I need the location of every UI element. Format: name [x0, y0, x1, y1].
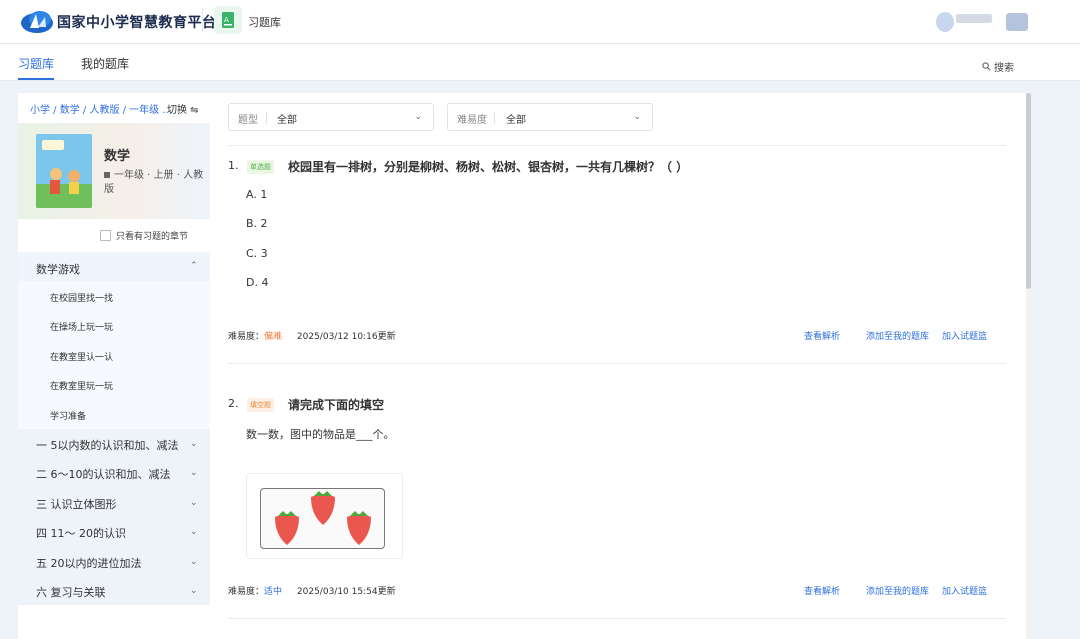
- filter-value: 全部: [506, 115, 526, 126]
- chapter-list: 一 5以内数的认识和加、减法 ⌄ 二 6～10的认识和加、减法 ⌄ 三 认识立体…: [18, 429, 210, 605]
- question-bank-icon[interactable]: A: [214, 6, 242, 34]
- question-option[interactable]: D. 4: [246, 276, 268, 289]
- add-to-my-bank-link[interactable]: 添加至我的题库: [866, 329, 929, 342]
- book-icon: [104, 172, 110, 178]
- chevron-down-icon: ⌄: [633, 112, 641, 122]
- app-name: 习题库: [248, 16, 281, 29]
- sub-chapter-item[interactable]: 在教室里认一认: [50, 350, 113, 363]
- question-divider: [228, 363, 1006, 364]
- chevron-up-icon: ⌃: [190, 261, 198, 271]
- question-type-tag: 填空题: [247, 398, 274, 412]
- question-option[interactable]: A. 1: [246, 188, 267, 201]
- chapter-item[interactable]: 四 11～ 20的认识: [36, 525, 126, 541]
- view-analysis-link[interactable]: 查看解析: [804, 584, 840, 597]
- chapter-item[interactable]: 二 6～10的认识和加、减法: [36, 466, 171, 482]
- chapter-item[interactable]: 六 复习与关联: [36, 584, 106, 600]
- difficulty-label: 难易度：: [228, 587, 265, 597]
- difficulty-value: 适中: [264, 587, 283, 597]
- chapter-item-open[interactable]: 数学游戏 ⌃: [18, 252, 210, 281]
- question-list-panel: 题型 全部 ⌄ 难易度 全部 ⌄ 1. 单选题 校园里有一排树，分别是柳树、杨树…: [210, 93, 1026, 639]
- chapter-label: 数学游戏: [36, 263, 80, 276]
- question-number: 1.: [228, 159, 239, 172]
- add-to-my-bank-link[interactable]: 添加至我的题库: [866, 584, 929, 597]
- strawberry-icon: [311, 491, 335, 525]
- tab-question-bank[interactable]: 习题库: [18, 55, 54, 72]
- question-type-select[interactable]: 题型 全部 ⌄: [228, 103, 434, 131]
- filter-key: 题型: [238, 115, 258, 126]
- user-avatar[interactable]: [936, 12, 954, 32]
- message-icon[interactable]: [1006, 13, 1028, 31]
- chapter-item[interactable]: 五 20以内的进位加法: [36, 555, 142, 571]
- sub-chapter-item[interactable]: 在校园里找一找: [50, 291, 113, 304]
- sub-chapter-item[interactable]: 在教室里玩一玩: [50, 379, 113, 392]
- difficulty-value: 偏难: [264, 332, 283, 342]
- chevron-down-icon[interactable]: ⌄: [190, 527, 198, 537]
- chevron-down-icon[interactable]: ⌄: [190, 557, 198, 567]
- textbook-title: 数学: [104, 149, 131, 164]
- update-time: 2025/03/12 10:16更新: [296, 332, 396, 342]
- question-type-tag: 单选题: [247, 160, 274, 174]
- difficulty-select[interactable]: 难易度 全部 ⌄: [447, 103, 653, 131]
- sub-chapter-item[interactable]: 学习准备: [50, 409, 86, 422]
- textbook-meta: 一年级 · 上册 · 人教版: [104, 169, 204, 197]
- question-meta: 难易度：偏难 2025/03/12 10:16更新: [228, 329, 396, 342]
- chapter-item[interactable]: 一 5以内数的认识和加、减法: [36, 437, 179, 453]
- only-chapters-with-questions[interactable]: 只看有习题的章节: [100, 229, 188, 242]
- view-analysis-link[interactable]: 查看解析: [804, 329, 840, 342]
- platform-logo-icon[interactable]: [20, 8, 54, 34]
- question-divider: [228, 618, 1006, 619]
- tab-my-question-bank[interactable]: 我的题库: [81, 55, 129, 72]
- top-header: 国家中小学智慧教育平台 A 习题库: [0, 0, 1080, 44]
- textbook-card: 数学 一年级 · 上册 · 人教版: [18, 123, 210, 219]
- active-tab-indicator: [18, 78, 54, 80]
- chevron-down-icon[interactable]: ⌄: [190, 586, 198, 596]
- strawberry-image: [260, 488, 385, 549]
- question-title[interactable]: 请完成下面的填空: [288, 396, 384, 413]
- filter-value: 全部: [277, 115, 297, 126]
- strawberry-icon: [347, 511, 371, 545]
- divider: [228, 145, 1006, 146]
- header-divider: [202, 8, 203, 32]
- chevron-down-icon[interactable]: ⌄: [190, 439, 198, 449]
- chevron-down-icon[interactable]: ⌄: [190, 468, 198, 478]
- question-number: 2.: [228, 397, 239, 410]
- search-icon: [982, 62, 991, 71]
- textbook-cover: [36, 134, 92, 208]
- question-option[interactable]: B. 2: [246, 217, 268, 230]
- question-meta: 难易度：适中 2025/03/10 15:54更新: [228, 584, 396, 597]
- search-button[interactable]: 搜索: [982, 59, 1014, 74]
- filter-divider: [494, 112, 495, 124]
- question-body: 数一数，图中的物品是___个。: [246, 428, 395, 441]
- add-to-basket-link[interactable]: 加入试题篮: [942, 584, 987, 597]
- question-image[interactable]: [246, 473, 403, 559]
- only-chapters-label: 只看有习题的章节: [116, 232, 189, 242]
- filter-key: 难易度: [457, 115, 487, 126]
- question-title[interactable]: 校园里有一排树，分别是柳树、杨树、松树、银杏树，一共有几棵树？（ ）: [288, 158, 688, 175]
- breadcrumb[interactable]: 小学 / 数学 / 人教版 / 一年级 ...: [30, 101, 172, 116]
- chapter-item[interactable]: 三 认识立体图形: [36, 496, 117, 512]
- platform-name[interactable]: 国家中小学智慧教育平台: [57, 12, 217, 32]
- tab-bar: 习题库 我的题库: [0, 44, 1080, 81]
- textbook-meta-text: 一年级 · 上册 · 人教版: [104, 170, 204, 195]
- chapter-sidebar: 小学 / 数学 / 人教版 / 一年级 ... 切换 ⇋ 数学 一年级 · 上册…: [18, 93, 210, 639]
- filter-divider: [266, 112, 267, 124]
- update-time: 2025/03/10 15:54更新: [296, 587, 396, 597]
- add-to-basket-link[interactable]: 加入试题篮: [942, 329, 987, 342]
- scrollbar-thumb[interactable]: [1026, 93, 1031, 289]
- switch-textbook-button[interactable]: 切换 ⇋: [167, 101, 199, 116]
- sub-chapter-item[interactable]: 在操场上玩一玩: [50, 320, 113, 333]
- strawberry-icon: [275, 511, 299, 545]
- svg-text:A: A: [224, 16, 229, 24]
- difficulty-label: 难易度：: [228, 332, 265, 342]
- only-chapters-checkbox[interactable]: [100, 230, 111, 241]
- chevron-down-icon[interactable]: ⌄: [190, 498, 198, 508]
- user-name-redacted[interactable]: [956, 14, 992, 23]
- chevron-down-icon: ⌄: [414, 112, 422, 122]
- question-option[interactable]: C. 3: [246, 247, 268, 260]
- search-label: 搜索: [994, 63, 1014, 74]
- sub-chapter-list: 在校园里找一找 在操场上玩一玩 在教室里认一认 在教室里玩一玩 学习准备: [18, 281, 210, 429]
